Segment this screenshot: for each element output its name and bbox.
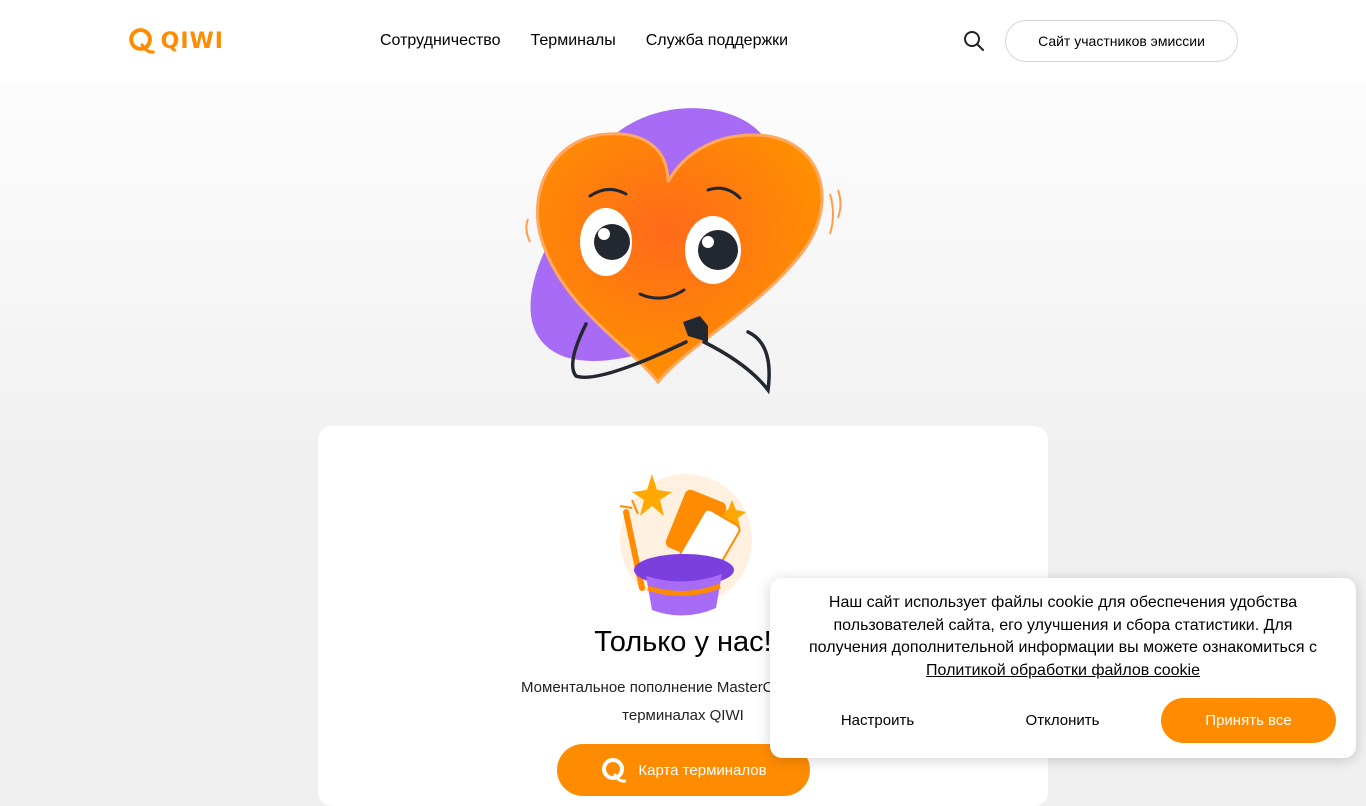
cookie-message-text: Наш сайт использует файлы cookie для обе… bbox=[809, 594, 1317, 657]
logo-text: QIWI bbox=[160, 28, 224, 54]
cookie-policy-link[interactable]: Политикой обработки файлов cookie bbox=[926, 662, 1200, 679]
search-button[interactable] bbox=[962, 29, 986, 53]
nav-item-support[interactable]: Служба поддержки bbox=[646, 30, 788, 52]
qiwi-logo-icon bbox=[129, 28, 155, 54]
qiwi-logo-icon bbox=[602, 758, 627, 783]
nav-item-cooperation[interactable]: Сотрудничество bbox=[380, 30, 501, 52]
configure-cookies-button[interactable]: Настроить bbox=[790, 698, 965, 743]
heart-mascot-illustration bbox=[525, 108, 842, 395]
cookie-message: Наш сайт использует файлы cookie для обе… bbox=[800, 592, 1326, 682]
terminal-map-label: Карта терминалов bbox=[638, 761, 767, 779]
site-header: QIWI Сотрудничество Терминалы Служба под… bbox=[0, 0, 1366, 82]
main-nav: Сотрудничество Терминалы Служба поддержк… bbox=[380, 30, 788, 52]
cookie-banner: Наш сайт использует файлы cookie для обе… bbox=[770, 578, 1356, 758]
qiwi-logo[interactable]: QIWI bbox=[128, 24, 224, 58]
nav-item-terminals[interactable]: Терминалы bbox=[531, 30, 616, 52]
decline-cookies-button[interactable]: Отклонить bbox=[975, 698, 1150, 743]
search-icon bbox=[964, 31, 984, 51]
emission-site-button[interactable]: Сайт участников эмиссии bbox=[1005, 20, 1238, 62]
magic-hat-illustration bbox=[619, 474, 752, 616]
accept-cookies-button[interactable]: Принять все bbox=[1161, 698, 1336, 743]
